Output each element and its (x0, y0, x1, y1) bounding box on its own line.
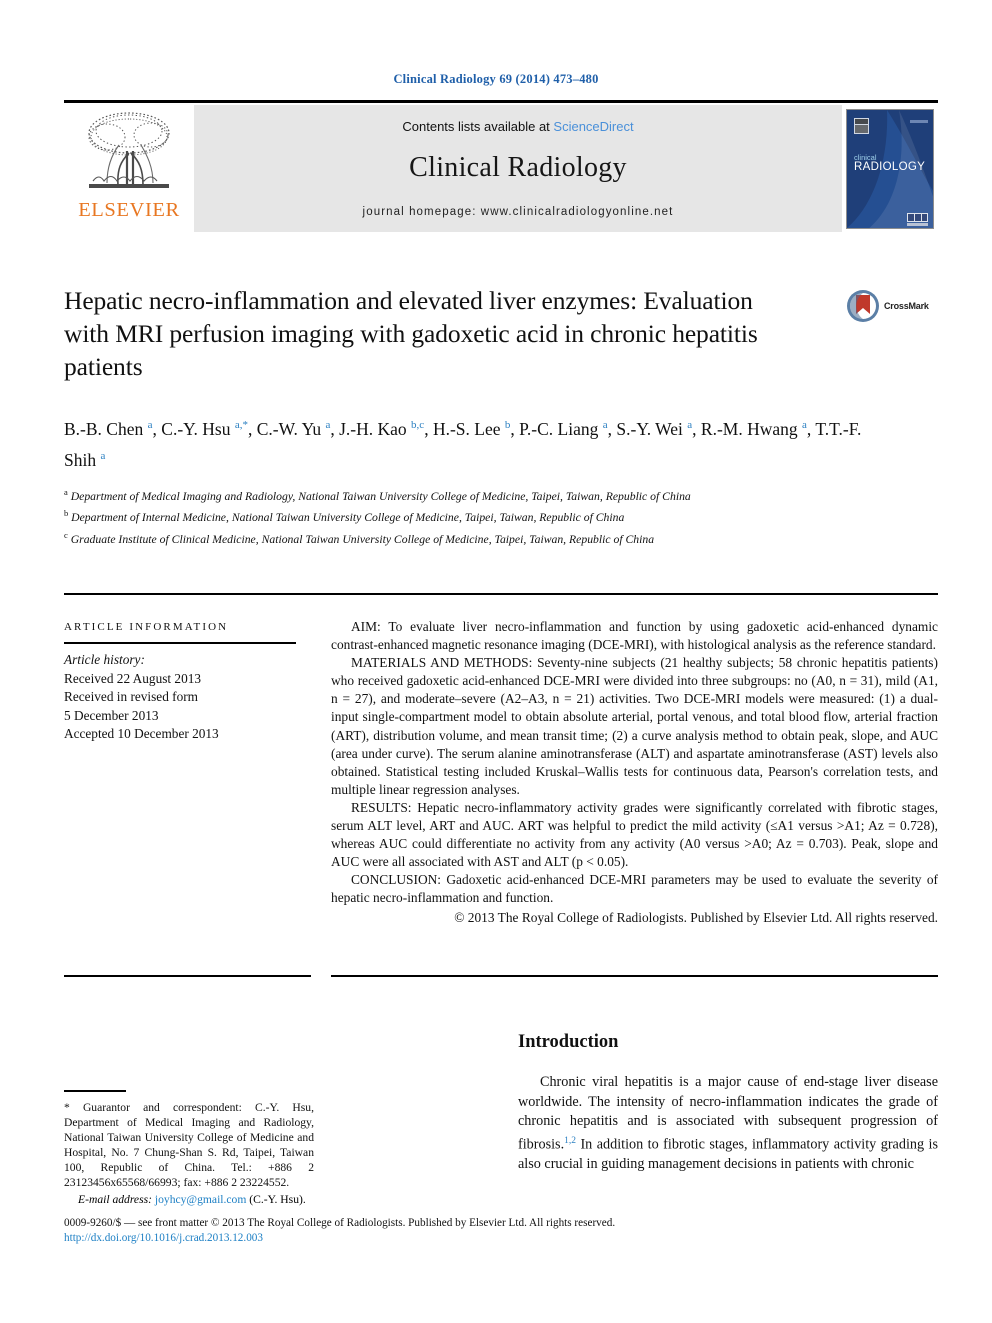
affiliation-c-text: Graduate Institute of Clinical Medicine,… (70, 532, 655, 546)
elsevier-logo: ELSEVIER (64, 105, 194, 232)
history-line: 5 December 2013 (64, 707, 159, 723)
affiliation-b: b Department of Internal Medicine, Natio… (64, 508, 625, 525)
abstract-conclusion: CONCLUSION: Gadoxetic acid-enhanced DCE-… (331, 871, 938, 907)
crossmark-badge[interactable]: CrossMark (846, 286, 938, 326)
email-link[interactable]: joyhcy@gmail.com (155, 1193, 247, 1206)
history-line: Received in revised form (64, 689, 199, 704)
journal-cover-thumbnail: clinical RADIOLOGY (846, 108, 934, 229)
affiliation-list: a Department of Medical Imaging and Radi… (64, 484, 894, 548)
masthead-top-rule (64, 100, 938, 103)
page-footer: 0009-9260/$ — see front matter © 2013 Th… (64, 1216, 938, 1246)
footnote-rule (64, 1090, 126, 1092)
footer-doi-link[interactable]: http://dx.doi.org/10.1016/j.crad.2013.12… (64, 1231, 938, 1246)
contents-available-line: Contents lists available at ScienceDirec… (402, 119, 633, 134)
elsevier-wordmark: ELSEVIER (78, 199, 180, 221)
paper-page: Clinical Radiology 69 (2014) 473–480 ELS… (0, 0, 992, 1323)
email-owner: (C.-Y. Hsu). (249, 1193, 306, 1207)
journal-homepage[interactable]: journal homepage: www.clinicalradiologyo… (363, 206, 674, 218)
abstract-aim-label: AIM: (351, 619, 381, 634)
abstract-conclusion-label: CONCLUSION: (351, 872, 442, 888)
journal-cover-art: clinical RADIOLOGY (847, 109, 933, 228)
intro-text-post: In addition to fibrotic stages, inflamma… (518, 1136, 938, 1173)
crossmark-label: CrossMark (884, 301, 929, 311)
article-information-rule (64, 642, 296, 644)
footer-imprint: 0009-9260/$ — see front matter © 2013 Th… (64, 1217, 616, 1229)
running-head: Clinical Radiology 69 (2014) 473–480 (393, 72, 599, 86)
correspondence-email-line: E-mail address: joyhcy@gmail.com (C.-Y. … (64, 1192, 314, 1207)
history-line: Received 22 August 2013 (64, 670, 202, 686)
affiliation-b-text: Department of Internal Medicine, Nationa… (71, 511, 625, 525)
journal-masthead: ELSEVIER Contents lists available at Sci… (64, 100, 938, 232)
journal-title: Clinical Radiology (409, 152, 627, 183)
introduction-paragraph: Chronic viral hepatitis is a major cause… (518, 1073, 938, 1175)
author-list: B.-B. Chen a, C.-Y. Hsu a,*, C.-W. Yu a,… (64, 418, 862, 470)
affiliation-a-text: Department of Medical Imaging and Radiol… (70, 489, 691, 503)
abstract-methods-label: MATERIALS AND METHODS: (351, 655, 533, 671)
abstract-results-label: RESULTS: (351, 799, 412, 815)
elsevier-tree-icon (88, 112, 170, 188)
intro-citation[interactable]: 1,2 (564, 1136, 576, 1146)
page-title: Hepatic necro-inflammation and elevated … (64, 286, 758, 381)
affiliation-c: c Graduate Institute of Clinical Medicin… (64, 529, 655, 546)
abstract-bottom-rule-right (331, 975, 938, 977)
article-history-lines: Received 22 August 2013 Received in revi… (64, 670, 314, 744)
abstract-methods-text: Seventy-nine subjects (21 healthy subjec… (331, 655, 938, 797)
abstract-bottom-rule-left (64, 975, 311, 977)
article-history-label: Article history: (64, 652, 145, 667)
history-line: Accepted 10 December 2013 (64, 726, 219, 741)
email-label: E-mail address: (78, 1193, 152, 1207)
abstract-top-rule (64, 593, 938, 595)
journal-cover: clinical RADIOLOGY (842, 105, 938, 232)
introduction-heading: Introduction (518, 1032, 619, 1052)
abstract-aim: AIM: To evaluate liver necro-inflammatio… (331, 618, 938, 654)
abstract-copyright: © 2013 The Royal College of Radiologists… (454, 909, 938, 925)
masthead-band: Contents lists available at ScienceDirec… (194, 105, 842, 232)
abstract-results-text: Hepatic necro-inflammatory activity grad… (331, 799, 938, 870)
correspondence-note: * Guarantor and correspondent: C.-Y. Hsu… (64, 1100, 314, 1189)
abstract: AIM: To evaluate liver necro-inflammatio… (331, 618, 938, 927)
abstract-methods: MATERIALS AND METHODS: Seventy-nine subj… (331, 654, 938, 799)
correspondence-footnote: * Guarantor and correspondent: C.-Y. Hsu… (64, 1090, 314, 1207)
abstract-aim-text: To evaluate liver necro-inflammation and… (331, 619, 938, 653)
affiliation-a: a Department of Medical Imaging and Radi… (64, 487, 691, 503)
sciencedirect-link[interactable]: ScienceDirect (553, 119, 633, 134)
article-information-heading: ARTICLE INFORMATION (64, 621, 229, 633)
abstract-results: RESULTS: Hepatic necro-inflammatory acti… (331, 799, 938, 871)
contents-prefix: Contents lists available at (402, 119, 554, 134)
svg-text:RADIOLOGY: RADIOLOGY (854, 161, 925, 173)
introduction-body: Chronic viral hepatitis is a major cause… (518, 1073, 938, 1175)
crossmark-icon (847, 290, 879, 322)
title-area: Hepatic necro-inflammation and elevated … (64, 284, 938, 383)
article-information-block: ARTICLE INFORMATION Article history: Rec… (64, 621, 314, 744)
